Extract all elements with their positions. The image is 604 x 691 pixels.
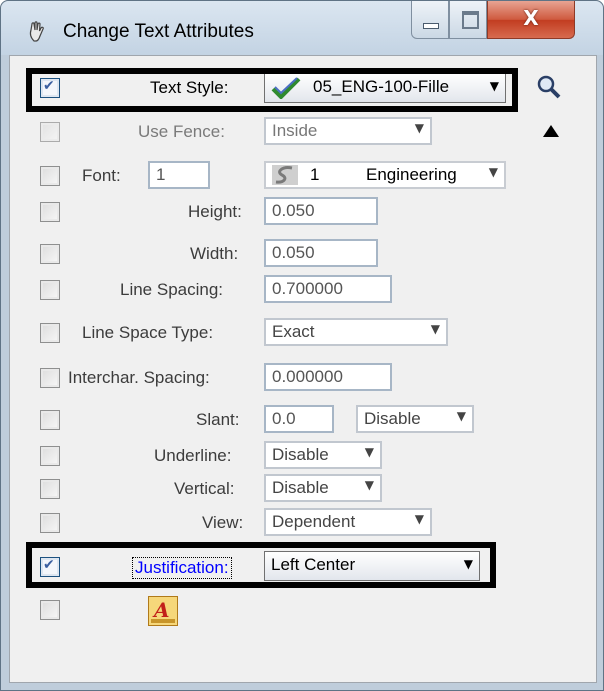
vertical-dropdown[interactable]: Disable ▼	[264, 474, 382, 502]
triangle-up-icon[interactable]	[542, 124, 560, 138]
svg-text:A: A	[152, 598, 170, 622]
vertical-value: Disable	[272, 478, 329, 497]
line-space-type-checkbox[interactable]	[40, 323, 60, 343]
row-slant: Slant: 0.0 Disable ▼	[10, 404, 598, 434]
font-number-field[interactable]: 1	[148, 161, 210, 189]
width-checkbox[interactable]	[40, 244, 60, 264]
chevron-down-icon: ▼	[364, 478, 374, 492]
use-fence-label: Use Fence:	[138, 122, 225, 141]
width-label: Width:	[190, 244, 239, 263]
line-spacing-field[interactable]: 0.700000	[264, 275, 392, 303]
row-line-space-type: Line Space Type: Exact ▼	[10, 317, 598, 347]
height-field[interactable]: 0.050	[264, 197, 378, 225]
slant-field[interactable]: 0.0	[264, 405, 334, 433]
height-checkbox[interactable]	[40, 202, 60, 222]
underline-dropdown[interactable]: Disable ▼	[264, 441, 382, 469]
font-label: Font:	[82, 166, 121, 185]
font-checkbox[interactable]	[40, 166, 60, 186]
magnifier-icon[interactable]	[536, 74, 562, 100]
underline-label: Underline:	[154, 446, 232, 465]
font-dropdown-number: 1	[310, 165, 320, 184]
slant-mode-dropdown[interactable]: Disable ▼	[356, 405, 474, 433]
vertical-label: Vertical:	[174, 479, 235, 498]
view-checkbox[interactable]	[40, 513, 60, 533]
line-space-type-label: Line Space Type:	[82, 323, 214, 342]
font-number-value: 1	[156, 165, 166, 184]
text-font-icon[interactable]: A	[148, 596, 178, 626]
window-title: Change Text Attributes	[63, 21, 254, 42]
preview-checkbox[interactable]	[40, 600, 60, 620]
width-field[interactable]: 0.050	[264, 239, 378, 267]
row-font: Font: 1 1 Engineering ▼	[10, 160, 598, 190]
underline-value: Disable	[272, 445, 329, 464]
row-line-spacing: Line Spacing: 0.700000	[10, 274, 598, 304]
use-fence-checkbox[interactable]	[40, 122, 60, 142]
row-width: Width: 0.050	[10, 238, 598, 268]
slant-checkbox[interactable]	[40, 410, 60, 430]
dialog-body: Text Style: 05_ENG-100-Fille ▼ Use Fence…	[9, 55, 597, 683]
minimize-button[interactable]	[411, 1, 449, 39]
line-spacing-checkbox[interactable]	[40, 280, 60, 300]
close-icon: X	[523, 6, 539, 30]
chevron-down-icon: ▼	[488, 165, 498, 179]
slant-label: Slant:	[196, 410, 240, 429]
close-button[interactable]: X	[487, 1, 575, 39]
row-font-preview: A	[10, 594, 598, 626]
width-value: 0.050	[272, 243, 315, 262]
interchar-spacing-checkbox[interactable]	[40, 368, 60, 388]
line-spacing-value: 0.700000	[272, 279, 343, 298]
view-value: Dependent	[272, 512, 356, 531]
interchar-spacing-value: 0.000000	[272, 367, 343, 386]
interchar-spacing-label: Interchar. Spacing:	[68, 368, 210, 387]
hand-tool-icon	[29, 21, 44, 42]
text-style-highlight-box	[26, 68, 518, 112]
line-spacing-label: Line Spacing:	[120, 280, 224, 299]
slant-mode-value: Disable	[364, 409, 421, 428]
row-vertical: Vertical: Disable ▼	[10, 473, 598, 503]
line-space-type-dropdown[interactable]: Exact ▼	[264, 318, 448, 346]
chevron-down-icon: ▼	[456, 409, 466, 423]
row-height: Height: 0.050	[10, 196, 598, 226]
row-interchar-spacing: Interchar. Spacing: 0.000000	[10, 362, 598, 392]
font-dropdown-name: Engineering	[366, 165, 457, 184]
row-view: View: Dependent ▼	[10, 507, 598, 537]
use-fence-value: Inside	[272, 121, 318, 140]
row-underline: Underline: Disable ▼	[10, 440, 598, 470]
slant-value: 0.0	[272, 409, 296, 428]
line-space-type-value: Exact	[272, 322, 315, 341]
title-bar[interactable]: Change Text Attributes X	[1, 1, 603, 55]
vertical-checkbox[interactable]	[40, 479, 60, 499]
chevron-down-icon: ▼	[430, 322, 440, 336]
chevron-down-icon: ▼	[414, 121, 424, 135]
height-label: Height:	[188, 202, 242, 221]
chevron-down-icon: ▼	[364, 445, 374, 459]
view-label: View:	[202, 513, 244, 532]
chevron-down-icon: ▼	[414, 512, 424, 526]
height-value: 0.050	[272, 201, 315, 220]
justification-highlight-box	[26, 542, 496, 588]
use-fence-dropdown[interactable]: Inside ▼	[264, 117, 432, 145]
maximize-button[interactable]	[449, 1, 487, 39]
row-use-fence: Use Fence: Inside ▼	[10, 116, 598, 146]
font-dropdown[interactable]: 1 Engineering ▼	[264, 161, 506, 189]
font-type-icon	[272, 165, 298, 185]
underline-checkbox[interactable]	[40, 446, 60, 466]
change-text-attributes-window: Change Text Attributes X Text Style: 05_…	[0, 0, 604, 691]
view-dropdown[interactable]: Dependent ▼	[264, 508, 432, 536]
interchar-spacing-field[interactable]: 0.000000	[264, 363, 392, 391]
